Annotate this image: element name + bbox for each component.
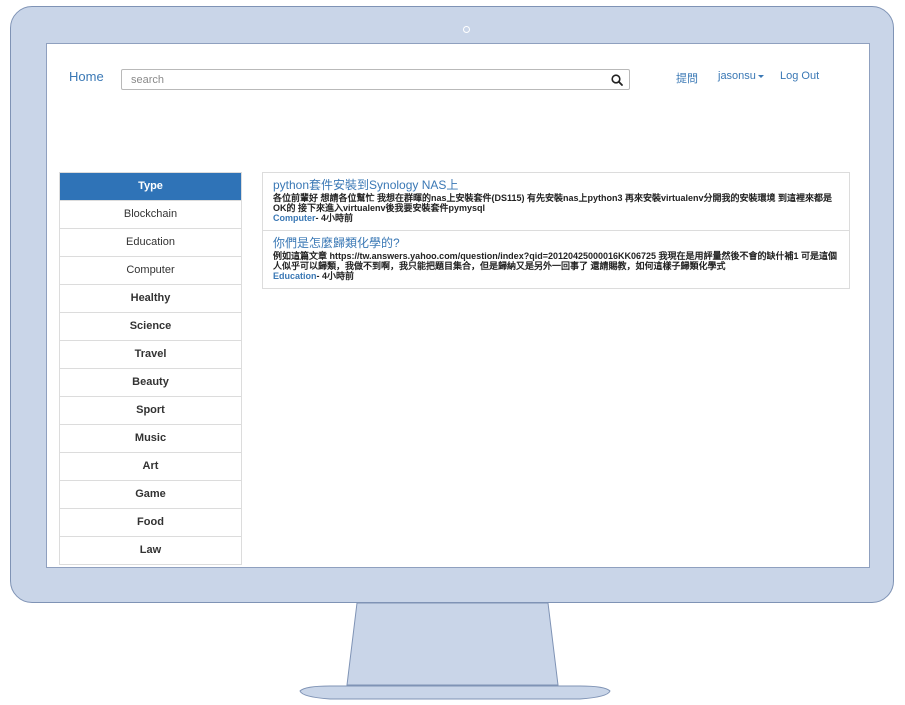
- home-link[interactable]: Home: [69, 69, 104, 84]
- sidebar-item-travel[interactable]: Travel: [60, 340, 241, 368]
- question-meta: Computer- 4小時前: [273, 213, 839, 224]
- question-title[interactable]: python套件安裝到Synology NAS上: [273, 178, 839, 192]
- camera-icon: [463, 26, 470, 33]
- sidebar-item-education[interactable]: Education: [60, 228, 241, 256]
- sidebar-header: Type: [60, 173, 241, 200]
- sidebar-item-music[interactable]: Music: [60, 424, 241, 452]
- sidebar-item-food[interactable]: Food: [60, 508, 241, 536]
- question-category-link[interactable]: Education: [273, 271, 317, 281]
- question-item: python套件安裝到Synology NAS上 各位前輩好 想請各位幫忙 我想在…: [263, 173, 849, 230]
- sidebar-item-computer[interactable]: Computer: [60, 256, 241, 284]
- user-name: jasonsu: [718, 70, 756, 82]
- sidebar-item-healthy[interactable]: Healthy: [60, 284, 241, 312]
- user-menu[interactable]: jasonsu: [718, 70, 764, 82]
- question-title[interactable]: 你們是怎麼歸類化學的?: [273, 236, 839, 250]
- category-sidebar: Type Blockchain Education Computer Healthy S…: [59, 172, 242, 565]
- sidebar-item-art[interactable]: Art: [60, 452, 241, 480]
- question-meta: Education- 4小時前: [273, 271, 839, 282]
- question-time: - 4小時前: [315, 213, 354, 223]
- question-item: 你們是怎麼歸類化學的? 例如這篇文章 https://tw.answers.yah…: [263, 230, 849, 288]
- question-body: 各位前輩好 想請各位幫忙 我想在群暉的nas上安裝套件(DS115) 有先安裝n…: [273, 193, 833, 213]
- question-category-link[interactable]: Computer: [273, 213, 316, 223]
- sidebar-item-law[interactable]: Law: [60, 536, 241, 564]
- question-time: - 4小時前: [316, 271, 355, 281]
- caret-down-icon: [757, 74, 764, 78]
- sidebar-item-game[interactable]: Game: [60, 480, 241, 508]
- sidebar-item-science[interactable]: Science: [60, 312, 241, 340]
- ask-question-link[interactable]: 提問: [676, 70, 698, 86]
- logout-link[interactable]: Log Out: [780, 70, 819, 82]
- sidebar-item-blockchain[interactable]: Blockchain: [60, 200, 241, 228]
- sidebar-item-sport[interactable]: Sport: [60, 396, 241, 424]
- sidebar-item-beauty[interactable]: Beauty: [60, 368, 241, 396]
- screen: Home 提問 jasonsu Log Out Type BlockchainE…: [46, 43, 870, 568]
- question-body: 例如這篇文章 https://tw.answers.yahoo.com/ques…: [273, 251, 838, 271]
- question-list: python套件安裝到Synology NAS上 各位前輩好 想請各位幫忙 我想在…: [262, 172, 850, 289]
- search-icon[interactable]: [610, 73, 624, 87]
- search-input[interactable]: [122, 70, 611, 89]
- search-bar: [121, 69, 630, 90]
